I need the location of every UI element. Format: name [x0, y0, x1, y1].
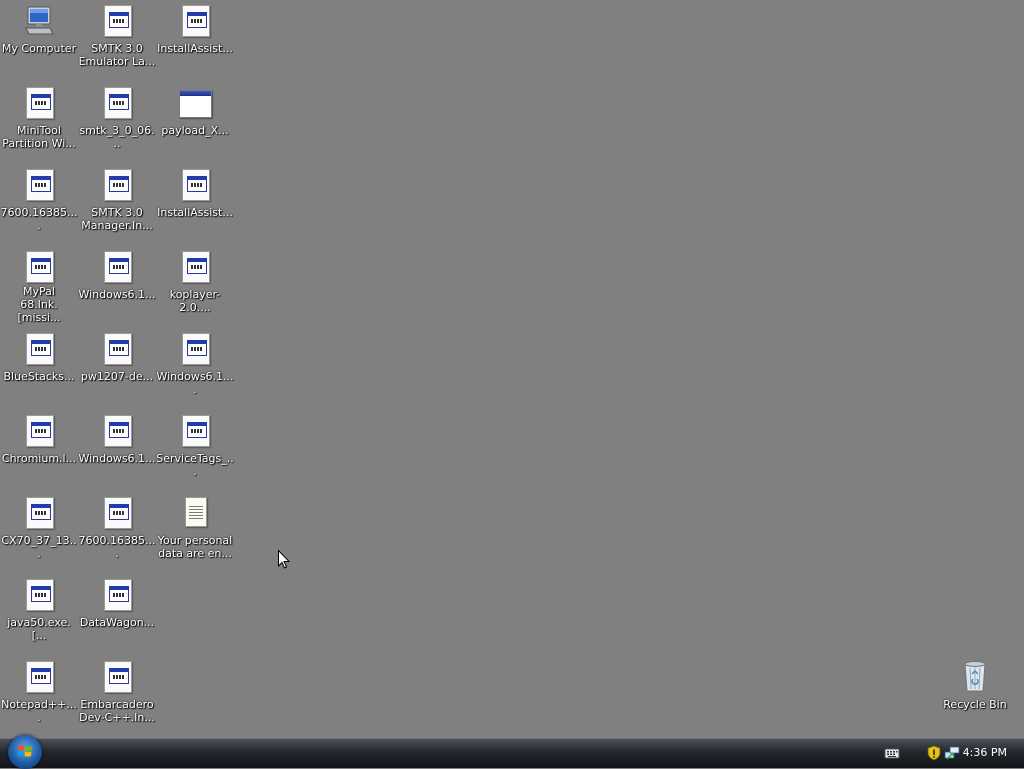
desktop-icon-label: Notepad++.... — [1, 698, 77, 724]
mouse-cursor-icon — [278, 550, 290, 569]
desktop-icon-label: koplayer-2.0.... — [169, 288, 221, 314]
desktop-icon-label: MyPal 68.lnk.[missi... — [17, 285, 61, 324]
desktop-icon-file[interactable]: smtk_3_0_06... — [78, 84, 156, 160]
desktop-icon-label: ServiceTags_... — [156, 452, 234, 478]
desktop-icon-my-computer[interactable]: My Computer — [0, 2, 78, 78]
executable-icon — [101, 578, 133, 611]
desktop-icon-label: Your personal data are en... — [157, 534, 233, 560]
executable-icon — [101, 4, 133, 37]
desktop-icon-label: pw1207-de... — [80, 370, 154, 383]
desktop-icon-label: java50.exe.[... — [7, 616, 71, 642]
computer-icon — [23, 4, 55, 36]
desktop-icon-label: Chromium.l... — [1, 452, 77, 465]
desktop-icon-label: Embarcadero Dev-C++.In... — [79, 698, 155, 724]
executable-icon — [101, 414, 133, 447]
executable-icon — [101, 660, 133, 693]
taskbar-clock[interactable]: 4:36 PM — [963, 746, 1007, 759]
desktop-icon-file[interactable]: payload_X... — [156, 84, 234, 160]
executable-icon — [179, 4, 211, 37]
desktop-icon-label: payload_X... — [161, 124, 229, 137]
executable-icon — [179, 414, 211, 447]
desktop-icon-file[interactable]: pw1207-de... — [78, 330, 156, 406]
desktop-icon-label: 7600.16385.... — [0, 206, 78, 232]
desktop-icon-file[interactable]: InstallAssist... — [156, 166, 234, 242]
recycle-bin-icon — [959, 660, 991, 692]
desktop-icon-file[interactable]: DataWagon... — [78, 576, 156, 652]
desktop-icon-file[interactable]: koplayer-2.0.... — [156, 248, 234, 324]
keyboard-icon[interactable] — [884, 745, 900, 761]
desktop-icon-label: SMTK 3.0 Emulator La... — [78, 42, 156, 68]
desktop-icon-file[interactable]: java50.exe.[... — [0, 576, 78, 652]
desktop-icon-file[interactable]: Windows6.1... — [78, 412, 156, 488]
desktop-icon-file[interactable]: Notepad++.... — [0, 658, 78, 734]
desktop-icon-label: CX70_37_13... — [1, 534, 77, 560]
desktop-icon-label: Recycle Bin — [943, 698, 1007, 711]
executable-icon — [23, 660, 55, 693]
desktop-icon-recycle-bin[interactable]: Recycle Bin — [936, 658, 1014, 734]
desktop-icon-file[interactable]: Your personal data are en... — [156, 494, 234, 570]
desktop-icon-file[interactable]: Windows6.1... — [78, 248, 156, 324]
desktop-icon-file[interactable]: CX70_37_13... — [0, 494, 78, 570]
executable-icon — [23, 168, 55, 201]
executable-icon — [179, 168, 211, 201]
executable-icon — [23, 578, 55, 611]
windows-logo-icon — [17, 745, 32, 757]
desktop-icon-file[interactable]: Embarcadero Dev-C++.In... — [78, 658, 156, 734]
executable-icon — [101, 86, 133, 119]
executable-icon — [101, 332, 133, 365]
text-document-icon — [179, 496, 211, 528]
desktop-icon-file[interactable]: MyPal 68.lnk.[missi... — [0, 248, 78, 324]
desktop-icon-file[interactable]: MiniTool Partition Wi... — [0, 84, 78, 160]
executable-icon — [179, 332, 211, 365]
executable-icon — [101, 496, 133, 529]
executable-icon — [23, 496, 55, 529]
application-window-icon — [179, 86, 212, 118]
desktop-icon-file[interactable]: ServiceTags_... — [156, 412, 234, 488]
desktop-icon-label: BlueStacks... — [3, 370, 75, 383]
desktop-icon-file[interactable]: InstallAssist... — [156, 2, 234, 78]
executable-icon — [101, 250, 133, 283]
desktop-icon-label: InstallAssist... — [157, 42, 233, 55]
desktop-icon-label: smtk_3_0_06... — [79, 124, 155, 150]
executable-icon — [23, 414, 55, 447]
desktop-icon-file[interactable]: Chromium.l... — [0, 412, 78, 488]
desktop-icon-file[interactable]: BlueStacks... — [0, 330, 78, 406]
desktop: My Computer MiniTool Partition Wi... 760… — [0, 0, 1024, 738]
desktop-icon-file[interactable]: 7600.16385.... — [78, 494, 156, 570]
desktop-icon-label: InstallAssist... — [157, 206, 233, 219]
executable-icon — [101, 168, 133, 201]
desktop-icon-file[interactable]: Windows6.1.... — [156, 330, 234, 406]
network-icon[interactable] — [944, 745, 960, 761]
executable-icon — [23, 332, 55, 365]
desktop-icon-label: Windows6.1.... — [156, 370, 234, 396]
executable-icon — [23, 86, 55, 119]
start-button[interactable] — [8, 735, 42, 769]
desktop-icon-label: DataWagon... — [79, 616, 155, 629]
desktop-icon-file[interactable]: 7600.16385.... — [0, 166, 78, 242]
desktop-icon-file[interactable]: SMTK 3.0 Emulator La... — [78, 2, 156, 78]
desktop-icon-label: MiniTool Partition Wi... — [2, 124, 76, 150]
desktop-icon-label: Windows6.1... — [78, 288, 156, 301]
desktop-icon-label: My Computer — [1, 42, 77, 55]
desktop-icon-label: SMTK 3.0 Manager.In... — [81, 206, 153, 232]
executable-icon — [23, 250, 55, 283]
taskbar: 4:36 PM — [0, 735, 1024, 769]
executable-icon — [179, 250, 211, 283]
system-tray: 4:36 PM — [864, 739, 1024, 768]
desktop-icon-label: 7600.16385.... — [78, 534, 156, 560]
desktop-icon-label: Windows6.1... — [78, 452, 156, 465]
desktop-icon-file[interactable]: SMTK 3.0 Manager.In... — [78, 166, 156, 242]
shield-icon[interactable] — [926, 745, 942, 761]
